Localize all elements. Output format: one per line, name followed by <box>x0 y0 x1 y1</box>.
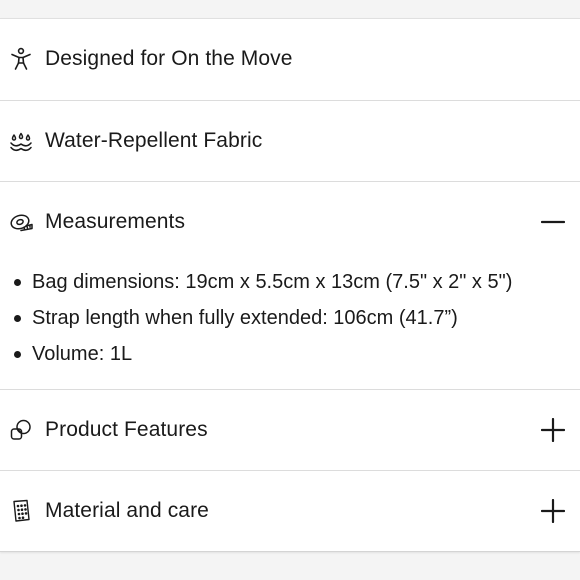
list-item: Strap length when fully extended: 106cm … <box>0 300 580 336</box>
detail-text: Bag dimensions: 19cm x 5.5cm x 13cm (7.5… <box>32 271 513 293</box>
water-drops-icon <box>8 128 34 154</box>
bullet-icon <box>14 279 21 286</box>
accordion-item-water-repellent-fabric[interactable]: Water-Repellent Fabric <box>0 101 580 181</box>
detail-text: Volume: 1L <box>32 343 133 365</box>
overlapping-shapes-icon <box>8 417 34 443</box>
accordion-item-designed-for-on-the-move[interactable]: Designed for On the Move <box>0 19 580 99</box>
accordion-item-product-features[interactable]: Product Features <box>0 390 580 470</box>
measuring-tape-icon <box>8 209 34 235</box>
detail-text: Strap length when fully extended: 106cm … <box>32 307 458 329</box>
accordion-item-label: Material and care <box>45 499 209 522</box>
expand-plus-icon[interactable] <box>540 498 566 524</box>
product-info-accordion: Designed for On the Move Water-Repellent… <box>0 18 580 552</box>
bullet-icon <box>14 315 21 322</box>
accordion-item-material-and-care[interactable]: Material and care <box>0 471 580 551</box>
measurements-details-list: Bag dimensions: 19cm x 5.5cm x 13cm (7.5… <box>0 264 580 372</box>
expand-plus-icon[interactable] <box>540 417 566 443</box>
accordion-item-label: Water-Repellent Fabric <box>45 129 263 152</box>
list-item: Bag dimensions: 19cm x 5.5cm x 13cm (7.5… <box>0 264 580 300</box>
bullet-icon <box>14 351 21 358</box>
accordion-item-label: Measurements <box>45 210 186 233</box>
accordion-item-label: Designed for On the Move <box>45 47 293 70</box>
fabric-swatch-icon <box>8 498 34 524</box>
list-item: Volume: 1L <box>0 336 580 372</box>
collapse-minus-icon[interactable] <box>540 209 566 235</box>
accordion-item-measurements[interactable]: Measurements <box>0 182 580 262</box>
accordion-item-label: Product Features <box>45 418 208 441</box>
person-stretch-icon <box>8 46 34 72</box>
